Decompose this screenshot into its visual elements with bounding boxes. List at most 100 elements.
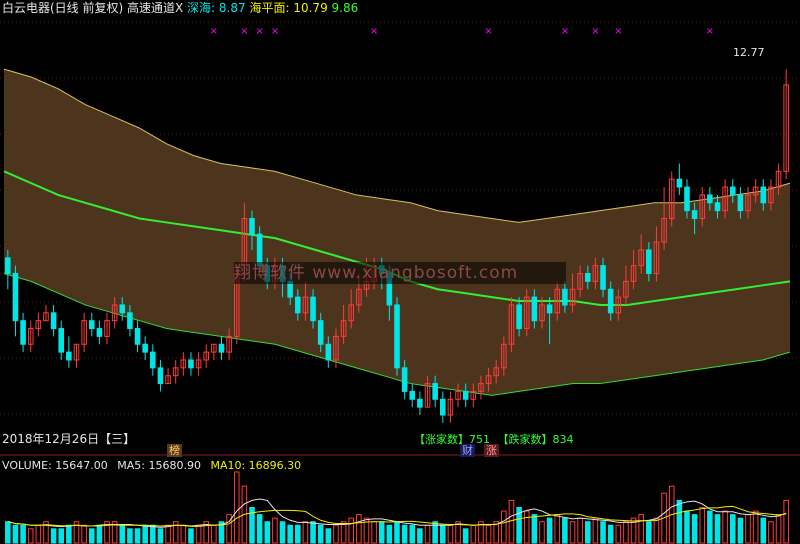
volume-bar bbox=[409, 524, 416, 544]
volume-bar bbox=[127, 528, 133, 544]
volume-bar bbox=[546, 517, 553, 544]
shenhai-value: 8.87 bbox=[218, 1, 246, 15]
candle-body bbox=[584, 273, 591, 282]
signal-marker: × bbox=[240, 26, 248, 37]
volume-bar bbox=[195, 524, 202, 544]
candle-body bbox=[88, 320, 95, 330]
volume-bar bbox=[554, 514, 561, 544]
volume-bar bbox=[638, 514, 644, 544]
volume-bar bbox=[302, 521, 309, 544]
volume-bar bbox=[424, 524, 431, 544]
third-value: 9.86 bbox=[331, 1, 359, 15]
volume-bar bbox=[508, 499, 515, 544]
candle-body bbox=[66, 351, 72, 361]
candle-body bbox=[12, 273, 19, 322]
volume-bar bbox=[119, 524, 126, 544]
volume-bar bbox=[386, 524, 393, 544]
up-count: 【涨家数】751 bbox=[414, 433, 490, 446]
candle-body bbox=[188, 359, 194, 369]
down-count: 【跌家数】834 bbox=[497, 433, 574, 446]
candle-body bbox=[691, 210, 698, 219]
zhang-badge[interactable]: 涨 bbox=[484, 444, 499, 457]
candle-body bbox=[150, 351, 156, 369]
candle-body bbox=[218, 343, 225, 353]
volume-bar bbox=[607, 524, 614, 544]
volume-bar bbox=[439, 524, 446, 544]
volume-bar bbox=[310, 521, 316, 544]
volume-bar bbox=[401, 524, 408, 544]
signal-marker: × bbox=[210, 26, 218, 37]
volume-bar bbox=[501, 510, 507, 544]
volume-bar bbox=[35, 524, 42, 544]
candle-body bbox=[58, 328, 65, 353]
signal-marker: × bbox=[591, 26, 599, 37]
candle-body bbox=[134, 328, 141, 345]
volume-header: VOLUME: 15647.00 MA5: 15680.90 MA10: 168… bbox=[2, 459, 307, 472]
volume-bar bbox=[150, 524, 156, 544]
candle-body bbox=[157, 367, 164, 385]
candle-body bbox=[310, 296, 316, 322]
volume-bar bbox=[447, 524, 454, 544]
candle-body bbox=[20, 320, 26, 345]
volume-bar bbox=[96, 524, 103, 544]
volume-bar bbox=[378, 521, 385, 544]
candle-body bbox=[607, 288, 614, 314]
signal-marker: × bbox=[370, 26, 378, 37]
candle-body bbox=[707, 194, 713, 204]
ma10-label: MA10: 16896.30 bbox=[210, 459, 302, 472]
volume-bar bbox=[180, 524, 187, 544]
volume-bar bbox=[646, 521, 652, 544]
candle-body bbox=[417, 398, 423, 408]
volume-bar bbox=[58, 528, 65, 544]
volume-bar bbox=[333, 524, 339, 544]
candle-body bbox=[50, 312, 57, 330]
volume-bar bbox=[27, 528, 34, 544]
cai-badge[interactable]: 财 bbox=[460, 444, 475, 457]
volume-bar bbox=[745, 514, 751, 544]
volume-bar bbox=[691, 514, 698, 544]
volume-bar bbox=[714, 514, 721, 544]
volume-bar bbox=[20, 524, 26, 544]
candle-body bbox=[5, 257, 11, 275]
candle-body bbox=[462, 390, 469, 400]
peak-price-label: 12.77 bbox=[733, 46, 765, 59]
candle-body bbox=[714, 202, 721, 212]
volume-bar bbox=[5, 521, 11, 544]
candle-body bbox=[676, 178, 683, 188]
volume-bar bbox=[165, 524, 171, 544]
candle-body bbox=[737, 194, 744, 212]
volume-bar bbox=[485, 524, 492, 544]
volume-bar bbox=[653, 517, 660, 544]
volume-label: VOLUME: 15647.00 bbox=[2, 459, 108, 472]
candle-body bbox=[127, 312, 133, 330]
haipingmian-value: 10.79 bbox=[293, 1, 328, 15]
stock-title: 白云电器(日线 前复权) 高速通道X bbox=[2, 1, 184, 15]
volume-bar bbox=[600, 521, 606, 544]
volume-bar bbox=[272, 517, 278, 544]
candle-body bbox=[119, 304, 126, 314]
volume-bar bbox=[707, 510, 713, 544]
candle-body bbox=[562, 288, 568, 306]
bang-badge[interactable]: 榜 bbox=[167, 444, 182, 457]
candle-body bbox=[439, 398, 446, 416]
volume-bar bbox=[699, 507, 706, 544]
candle-body bbox=[409, 390, 416, 400]
candle-body bbox=[295, 296, 301, 314]
haipingmian-label: 海平面: bbox=[249, 1, 290, 15]
volume-bar bbox=[256, 514, 263, 544]
candle-body bbox=[684, 186, 690, 212]
volume-bar bbox=[676, 499, 683, 544]
volume-bar bbox=[356, 514, 362, 544]
volume-bar bbox=[623, 521, 629, 544]
signal-markers: × × × × × × × × × × bbox=[210, 26, 714, 37]
volume-bar bbox=[562, 517, 568, 544]
volume-bar bbox=[569, 521, 576, 544]
volume-bar bbox=[462, 528, 469, 544]
candle-body bbox=[142, 343, 148, 353]
volume-bar bbox=[371, 521, 377, 544]
volume-bar bbox=[737, 517, 744, 544]
shenhai-label: 深海: bbox=[187, 1, 216, 15]
volume-bar bbox=[760, 517, 767, 544]
volume-bar bbox=[417, 528, 423, 544]
volume-bar bbox=[584, 521, 591, 544]
